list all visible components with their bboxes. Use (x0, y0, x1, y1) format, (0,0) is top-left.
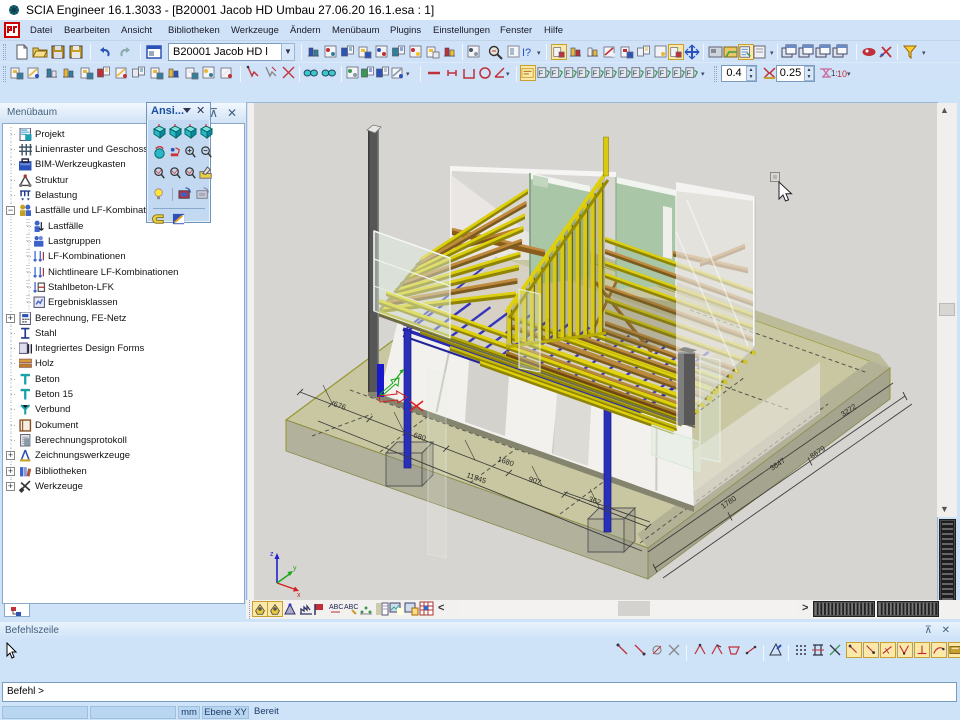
svg-text:y: y (293, 565, 297, 572)
svg-text:F: F (674, 71, 678, 78)
svg-text:F: F (606, 71, 610, 78)
svg-text:F: F (593, 71, 597, 78)
svg-text:z: z (270, 551, 274, 558)
svg-text:F: F (687, 71, 691, 78)
svg-text:10: 10 (837, 69, 847, 79)
svg-text:F: F (566, 71, 570, 78)
svg-text:F: F (539, 71, 543, 78)
svg-text:F: F (633, 71, 637, 78)
svg-text:F: F (579, 71, 583, 78)
svg-text:F: F (552, 71, 556, 78)
svg-text:F: F (647, 71, 651, 78)
svg-text:F: F (620, 71, 624, 78)
svg-text:ABC: ABC (344, 604, 358, 611)
svg-text:x: x (297, 592, 301, 599)
svg-text:F: F (660, 71, 664, 78)
svg-text:ABC: ABC (329, 604, 343, 611)
svg-text:I?: I? (522, 47, 531, 59)
